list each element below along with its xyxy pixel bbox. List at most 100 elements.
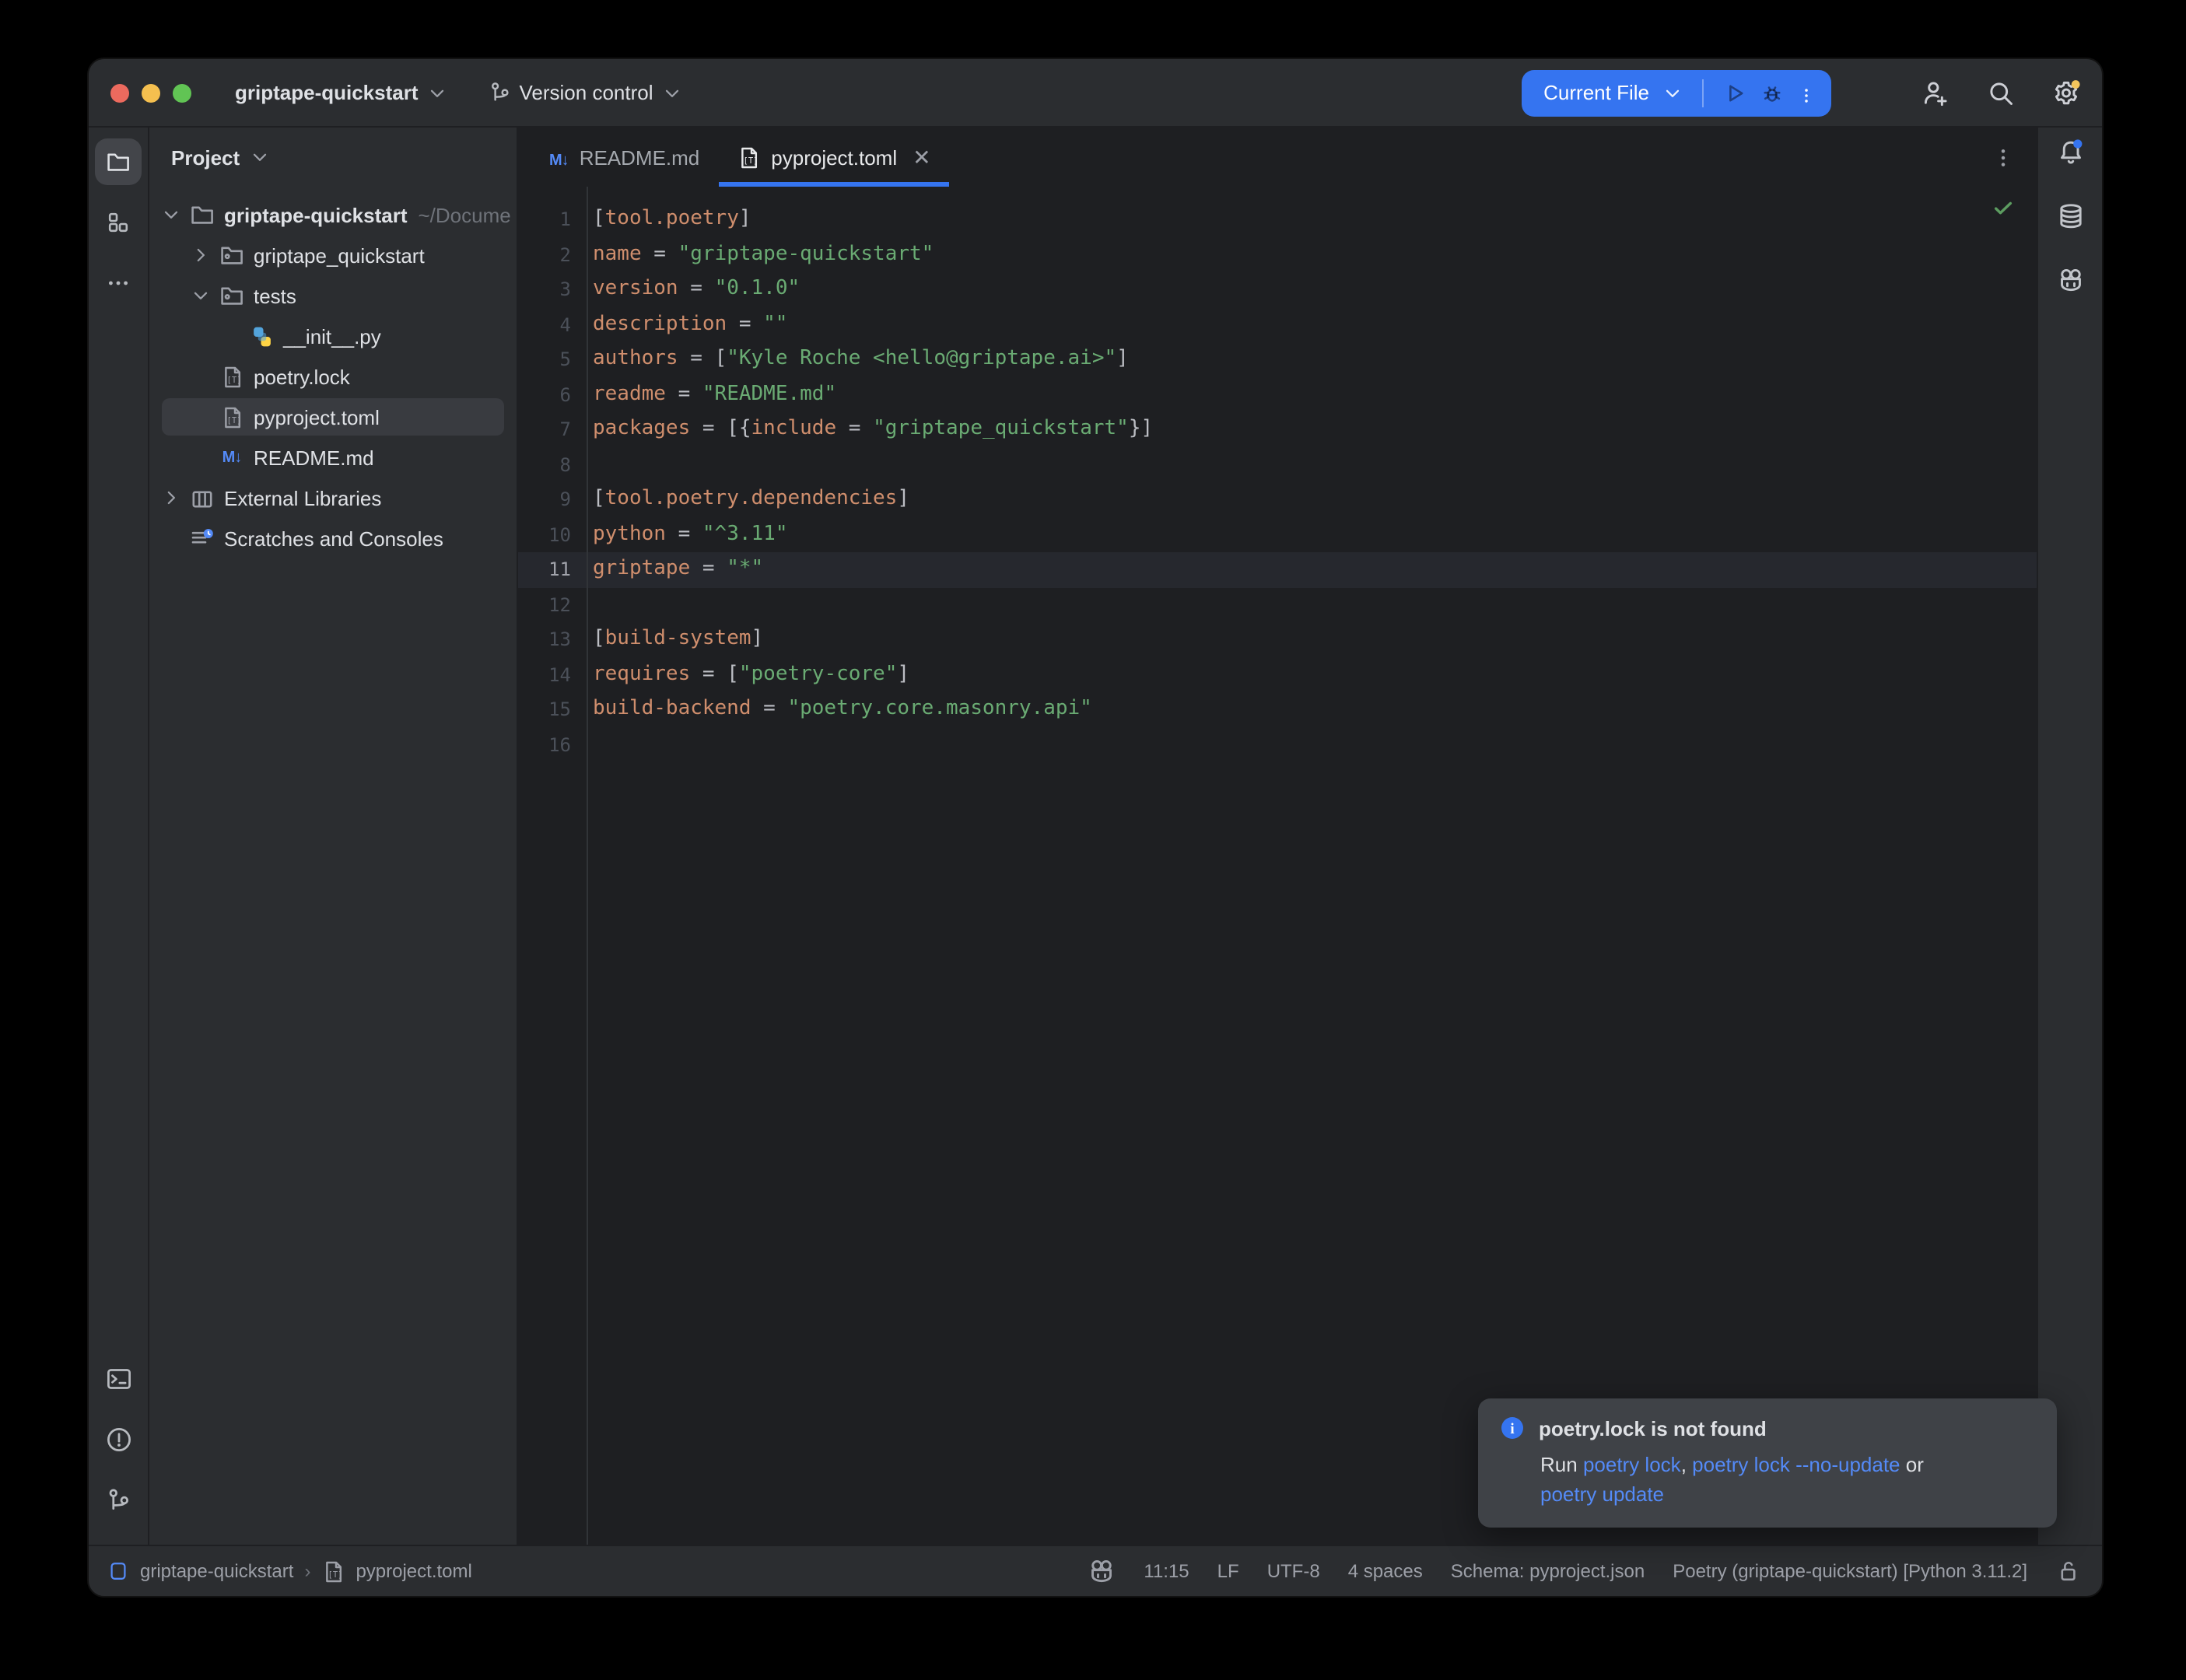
code-text: packages = [{include = "griptape_quickst…	[593, 412, 1153, 447]
project-panel-title: Project	[171, 145, 240, 169]
tree-item-readme-md[interactable]: M↓README.md	[149, 437, 517, 478]
status-item[interactable]: Poetry (griptape-quickstart) [Python 3.1…	[1673, 1560, 2027, 1582]
code-text: python = "^3.11"	[593, 517, 788, 552]
info-icon: i	[1500, 1416, 1525, 1440]
tree-item-label: pyproject.toml	[254, 405, 380, 429]
tree-item-griptape-quickstart[interactable]: griptape-quickstart~/Docume	[149, 194, 517, 235]
vcs-widget[interactable]: Version control	[489, 81, 683, 104]
code-text: build-backend = "poetry.core.masonry.api…	[593, 692, 1092, 727]
minimize-window-button[interactable]	[142, 83, 160, 102]
status-item[interactable]: LF	[1217, 1560, 1239, 1582]
tab-label: README.md	[580, 145, 700, 169]
status-item[interactable]: 11:15	[1144, 1560, 1189, 1582]
ai-assistant-icon[interactable]	[2056, 266, 2084, 294]
line-number: 9	[518, 482, 571, 517]
tree-item-griptape-quickstart[interactable]: griptape_quickstart	[149, 235, 517, 275]
notification-line: poetry update	[1540, 1479, 2035, 1509]
code-token: requires	[593, 662, 690, 685]
code-text: description = ""	[593, 307, 787, 342]
code-token: ]	[897, 487, 909, 510]
status-item[interactable]: 4 spaces	[1348, 1560, 1423, 1582]
git-tool-button[interactable]	[95, 1476, 142, 1523]
code-token: ]	[1116, 347, 1129, 370]
code-line-8: 8	[518, 447, 2037, 482]
tree-item-init-py[interactable]: __init__.py	[149, 316, 517, 356]
tab-pyproject[interactable]: [T] pyproject.toml ✕	[718, 128, 949, 187]
run-button[interactable]	[1722, 80, 1747, 105]
problems-tool-button[interactable]	[95, 1416, 142, 1462]
project-tree: griptape-quickstart~/Docume griptape_quic…	[149, 187, 517, 558]
notification-link[interactable]: poetry update	[1540, 1482, 1664, 1506]
tree-item-poetry-lock[interactable]: [T]poetry.lock	[149, 356, 517, 397]
editor-column: M↓ README.md [T] pyproject.toml ✕ 1[tool…	[518, 128, 2037, 1545]
debug-button[interactable]	[1760, 80, 1785, 105]
notification-link[interactable]: poetry lock --no-update	[1692, 1453, 1900, 1476]
code-token: ""	[763, 312, 787, 335]
code-lines: 1[tool.poetry]2name = "griptape-quicksta…	[518, 202, 2037, 762]
close-window-button[interactable]	[110, 83, 129, 102]
notification-text: Run	[1540, 1453, 1583, 1476]
structure-tool-button[interactable]	[95, 199, 142, 246]
status-item[interactable]: UTF-8	[1267, 1560, 1320, 1582]
tree-item-label: griptape_quickstart	[254, 243, 425, 267]
code-line-1: 1[tool.poetry]	[518, 202, 2037, 237]
database-icon[interactable]	[2056, 202, 2084, 230]
code-token: "*"	[727, 557, 763, 580]
notification-popup: i poetry.lock is not found Run poetry lo…	[1478, 1398, 2057, 1528]
tree-item-label: griptape-quickstart	[224, 203, 408, 226]
breadcrumb-file[interactable]: pyproject.toml	[356, 1560, 471, 1582]
line-number: 4	[518, 307, 571, 342]
project-widget[interactable]: griptape-quickstart	[235, 81, 448, 104]
more-run-options-button[interactable]	[1797, 83, 1816, 102]
terminal-tool-button[interactable]	[95, 1355, 142, 1402]
unlock-icon[interactable]	[2055, 1559, 2080, 1584]
project-tool-button[interactable]	[95, 138, 142, 185]
notification-text: or	[1900, 1453, 1924, 1476]
code-editor[interactable]: 1[tool.poetry]2name = "griptape-quicksta…	[518, 187, 2037, 1545]
code-line-16: 16	[518, 727, 2037, 762]
chevron-down-icon	[426, 82, 448, 103]
tree-item-pyproject-toml[interactable]: [T] pyproject.toml	[149, 397, 517, 437]
tab-readme[interactable]: M↓ README.md	[531, 128, 718, 187]
code-token: build-backend	[593, 697, 751, 720]
line-number: 14	[518, 657, 571, 692]
code-text: requires = ["poetry-core"]	[593, 657, 909, 692]
copilot-icon[interactable]	[1088, 1557, 1116, 1585]
notification-link[interactable]: poetry lock	[1583, 1453, 1681, 1476]
code-token: packages	[593, 417, 690, 440]
notifications-bell-icon[interactable]	[2056, 138, 2084, 166]
ide-window: griptape-quickstart Version control Curr…	[89, 59, 2102, 1596]
markdown-icon: M↓	[219, 449, 244, 466]
search-icon[interactable]	[1987, 79, 2015, 107]
inspections-ok-check-icon[interactable]	[1992, 196, 2015, 219]
more-tools-button[interactable]	[95, 260, 142, 306]
code-token: "Kyle Roche <hello@griptape.ai>"	[727, 347, 1116, 370]
code-token: tool.poetry.dependencies	[605, 487, 898, 510]
chevron-down-icon[interactable]	[159, 204, 184, 226]
tree-item-tests[interactable]: tests	[149, 275, 517, 316]
project-panel-header[interactable]: Project	[149, 128, 517, 187]
gear-icon[interactable]	[2052, 79, 2080, 107]
editor-options-kebab-icon[interactable]	[1992, 145, 2015, 169]
status-item[interactable]: Schema: pyproject.json	[1451, 1560, 1645, 1582]
close-tab-icon[interactable]: ✕	[913, 144, 930, 170]
code-token: tool.poetry	[605, 207, 739, 230]
run-configuration-widget[interactable]: Current File	[1522, 69, 1831, 116]
add-user-icon[interactable]	[1922, 79, 1950, 107]
breadcrumb-project[interactable]: griptape-quickstart	[140, 1560, 293, 1582]
tree-item-scratches-and-consoles[interactable]: Scratches and Consoles	[149, 518, 517, 558]
zoom-window-button[interactable]	[173, 83, 191, 102]
chevron-down-icon	[1662, 82, 1683, 103]
code-line-5: 5authors = ["Kyle Roche <hello@griptape.…	[518, 342, 2037, 377]
chevron-right-icon[interactable]	[188, 244, 213, 266]
code-line-12: 12	[518, 587, 2037, 622]
editor-tab-bar: M↓ README.md [T] pyproject.toml ✕	[518, 128, 2037, 187]
svg-text:[T]: [T]	[226, 375, 241, 384]
code-token: =	[690, 417, 727, 440]
tree-item-external-libraries[interactable]: External Libraries	[149, 478, 517, 518]
code-text: [tool.poetry]	[593, 202, 751, 237]
code-line-3: 3version = "0.1.0"	[518, 272, 2037, 307]
chevron-down-icon[interactable]	[188, 285, 213, 306]
toml-icon: [T]	[219, 405, 244, 429]
chevron-right-icon[interactable]	[159, 487, 184, 509]
